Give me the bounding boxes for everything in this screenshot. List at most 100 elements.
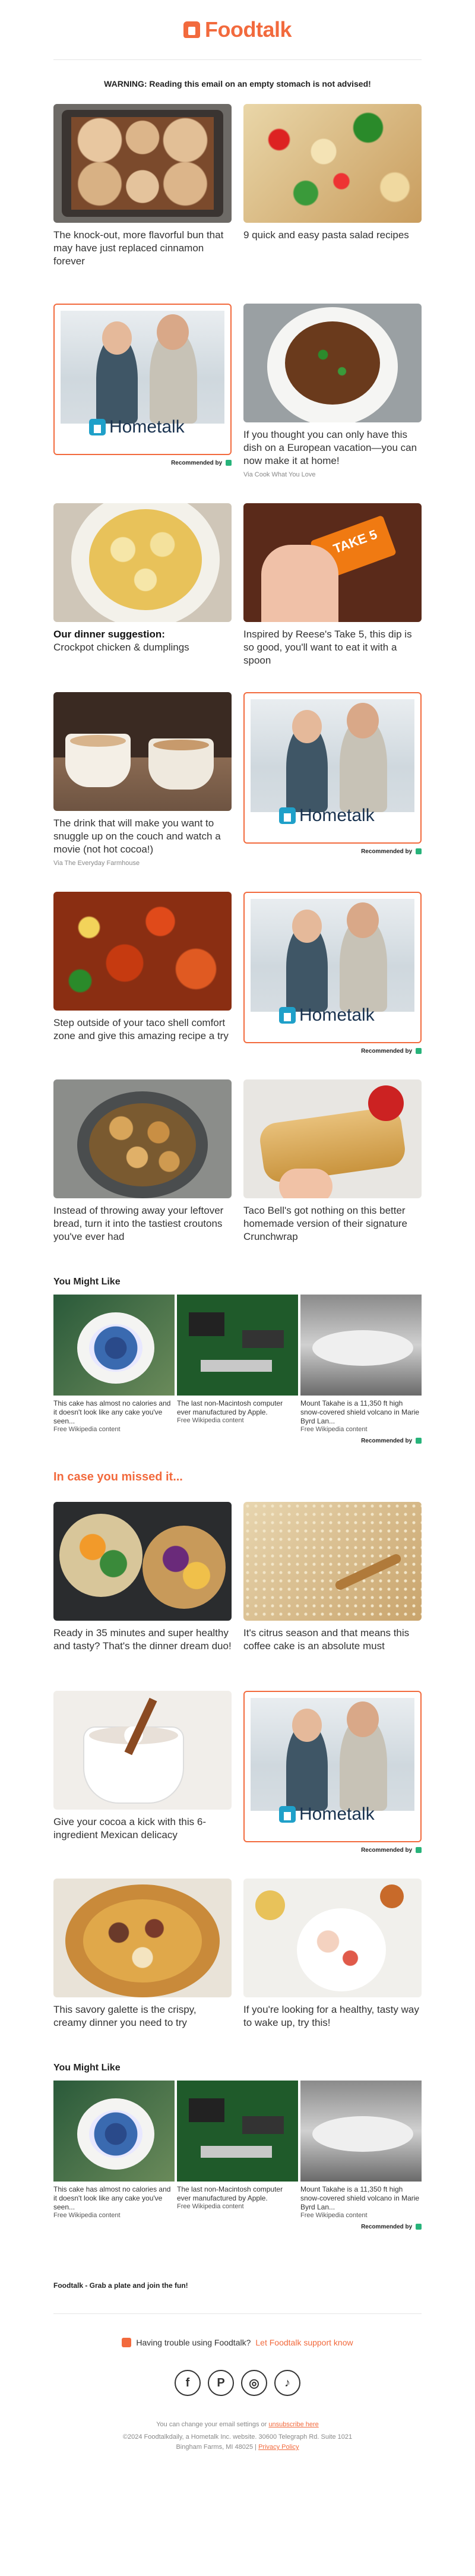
recommended-by[interactable]: Recommended by (243, 848, 422, 855)
article-card[interactable]: Taco Bell's got nothing on this better h… (243, 1079, 422, 1243)
recommended-card[interactable]: Mount Takahe is a 11,350 ft high snow-co… (300, 2081, 422, 2219)
circuit-board-image[interactable] (177, 1295, 298, 1396)
stew-bowl-image[interactable] (243, 304, 422, 422)
unsubscribe-link[interactable]: unsubscribe here (268, 2421, 318, 2428)
recommended-title[interactable]: This cake has almost no calories and it … (53, 2185, 175, 2212)
ad-photo (61, 311, 224, 424)
article-card[interactable]: If you thought you can only have this di… (243, 304, 422, 478)
hometalk-ad[interactable]: Hometalk (53, 304, 232, 455)
croutons-image[interactable] (53, 1079, 232, 1198)
recommended-title[interactable]: Mount Takahe is a 11,350 ft high snow-co… (300, 2185, 422, 2212)
privacy-policy-link[interactable]: Privacy Policy (258, 2444, 299, 2451)
healthy-breakfast-image[interactable] (243, 1879, 422, 1997)
article-caption[interactable]: Step outside of your taco shell comfort … (53, 1016, 232, 1043)
footer-tagline: Foodtalk - Grab a plate and join the fun… (53, 2281, 188, 2290)
social-links: f P ◎ ♪ (53, 2370, 422, 2396)
crunchwrap-image[interactable] (243, 1079, 422, 1198)
article-caption[interactable]: It's citrus season and that means this c… (243, 1627, 422, 1653)
hometalk-house-icon (89, 419, 106, 435)
recommended-source: Free Wikipedia content (300, 2212, 368, 2219)
circuit-board-image[interactable] (177, 2081, 298, 2182)
legal-footer: You can change your email settings or un… (53, 2420, 422, 2452)
article-caption[interactable]: Ready in 35 minutes and super healthy an… (53, 1627, 232, 1653)
recommended-card[interactable]: The last non-Macintosh computer ever man… (177, 2081, 298, 2219)
recommended-title[interactable]: Mount Takahe is a 11,350 ft high snow-co… (300, 1399, 422, 1426)
article-caption[interactable]: If you thought you can only have this di… (243, 428, 422, 468)
article-caption[interactable]: 9 quick and easy pasta salad recipes (243, 229, 422, 242)
article-card[interactable]: The knock-out, more flavorful bun that m… (53, 104, 232, 268)
instagram-icon[interactable]: ◎ (241, 2370, 267, 2396)
article-caption[interactable]: The knock-out, more flavorful bun that m… (53, 229, 232, 268)
hometalk-ad[interactable]: Hometalk (243, 692, 422, 844)
divider (53, 2313, 422, 2314)
cake-image[interactable] (53, 2081, 175, 2182)
recommended-card[interactable]: The last non-Macintosh computer ever man… (177, 1295, 298, 1433)
drink-mugs-image[interactable] (53, 692, 232, 811)
article-card[interactable]: Give your cocoa a kick with this 6-ingre… (53, 1691, 232, 1854)
article-card[interactable]: If you're looking for a healthy, tasty w… (243, 1879, 422, 2029)
recommender-icon (416, 848, 422, 855)
recommended-source: Free Wikipedia content (53, 1426, 121, 1433)
hometalk-logo: Hometalk (279, 806, 375, 826)
coffee-cake-image[interactable] (243, 1502, 422, 1621)
chicken-dumplings-image[interactable] (53, 503, 232, 622)
recommended-by[interactable]: Recommended by (243, 1847, 422, 1854)
pinterest-icon[interactable]: P (208, 2370, 234, 2396)
article-card[interactable]: This savory galette is the crispy, cream… (53, 1879, 232, 2029)
article-caption[interactable]: This savory galette is the crispy, cream… (53, 2003, 232, 2029)
hometalk-ad[interactable]: Hometalk (243, 1691, 422, 1842)
you-might-like-title: You Might Like (53, 1277, 121, 1287)
support-link[interactable]: Let Foodtalk support know (255, 2338, 353, 2347)
article-card[interactable]: Step outside of your taco shell comfort … (53, 892, 232, 1055)
recommended-title[interactable]: The last non-Macintosh computer ever man… (177, 2185, 298, 2203)
recommended-by[interactable]: Recommended by (53, 460, 232, 466)
article-caption[interactable]: The drink that will make you want to snu… (53, 817, 232, 856)
article-caption[interactable]: If you're looking for a healthy, tasty w… (243, 2003, 422, 2029)
pasta-salad-image[interactable] (243, 104, 422, 223)
ad-photo (251, 1698, 414, 1811)
hometalk-ad[interactable]: Hometalk (243, 892, 422, 1043)
recommended-by[interactable]: Recommended by (53, 1438, 422, 1444)
recommended-card[interactable]: This cake has almost no calories and it … (53, 2081, 175, 2219)
tiktok-icon[interactable]: ♪ (274, 2370, 300, 2396)
recommended-by[interactable]: Recommended by (53, 2224, 422, 2230)
article-card[interactable]: Our dinner suggestion: Crockpot chicken &… (53, 503, 232, 667)
article-caption[interactable]: Inspired by Reese's Take 5, this dip is … (243, 628, 422, 667)
you-might-like-title: You Might Like (53, 2063, 121, 2073)
article-card[interactable]: TAKE 5 Inspired by Reese's Take 5, this … (243, 503, 422, 667)
bowls-image[interactable] (53, 1502, 232, 1621)
recommended-card[interactable]: Mount Takahe is a 11,350 ft high snow-co… (300, 1295, 422, 1433)
article-caption[interactable]: Taco Bell's got nothing on this better h… (243, 1204, 422, 1243)
article-source: Via Cook What You Love (243, 471, 316, 478)
ad-photo (251, 699, 414, 812)
recommender-icon (416, 2224, 422, 2230)
article-card[interactable]: Instead of throwing away your leftover b… (53, 1079, 232, 1243)
article-card[interactable]: 9 quick and easy pasta salad recipes (243, 104, 422, 268)
volcano-image[interactable] (300, 1295, 422, 1396)
tacos-image[interactable] (53, 892, 232, 1011)
foodtalk-logo[interactable]: Foodtalk (53, 0, 422, 59)
galette-image[interactable] (53, 1879, 232, 1997)
article-caption[interactable]: Give your cocoa a kick with this 6-ingre… (53, 1816, 232, 1842)
article-card[interactable]: It's citrus season and that means this c… (243, 1502, 422, 1653)
recommender-icon (416, 1438, 422, 1444)
facebook-icon[interactable]: f (175, 2370, 201, 2396)
recommended-card[interactable]: This cake has almost no calories and it … (53, 1295, 175, 1433)
hometalk-logo: Hometalk (279, 1804, 375, 1824)
article-source: Via The Everyday Farmhouse (53, 860, 140, 867)
cinnamon-buns-image[interactable] (53, 104, 232, 223)
article-caption[interactable]: Instead of throwing away your leftover b… (53, 1204, 232, 1243)
article-caption[interactable]: Our dinner suggestion: Crockpot chicken &… (53, 628, 232, 654)
recommended-by[interactable]: Recommended by (243, 1048, 422, 1055)
mexican-cocoa-image[interactable] (53, 1691, 232, 1810)
volcano-image[interactable] (300, 2081, 422, 2182)
article-card[interactable]: Ready in 35 minutes and super healthy an… (53, 1502, 232, 1653)
recommended-title[interactable]: This cake has almost no calories and it … (53, 1399, 175, 1426)
recommender-icon (416, 1048, 422, 1055)
reeses-take5-image[interactable]: TAKE 5 (243, 503, 422, 622)
hometalk-logo: Hometalk (89, 417, 185, 437)
cake-image[interactable] (53, 1295, 175, 1396)
article-card[interactable]: The drink that will make you want to snu… (53, 692, 232, 867)
hometalk-house-icon (279, 1007, 296, 1024)
recommended-title[interactable]: The last non-Macintosh computer ever man… (177, 1399, 298, 1417)
